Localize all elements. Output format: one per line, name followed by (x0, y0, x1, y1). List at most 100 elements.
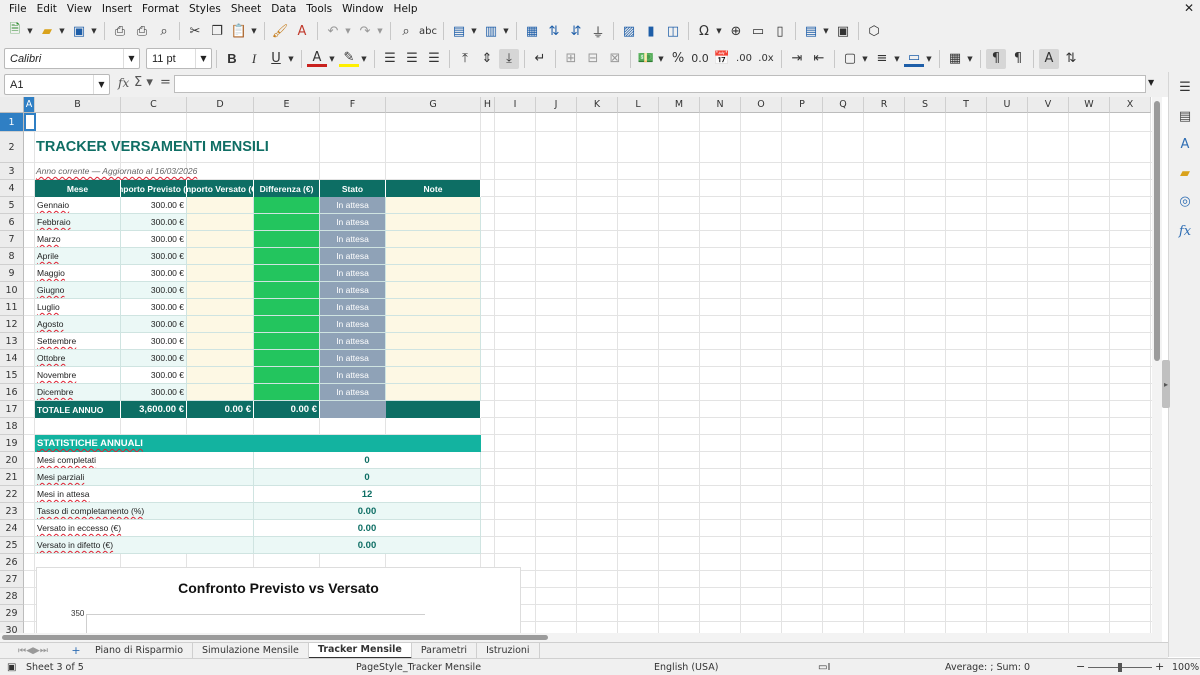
print-preview-icon[interactable]: ⌕ (154, 21, 174, 41)
border-style-icon[interactable]: ≡ (872, 49, 892, 69)
note-input[interactable] (386, 197, 481, 214)
sum-icon[interactable]: Σ ▾ (134, 75, 153, 90)
active-cell-cursor[interactable] (24, 113, 36, 131)
note-input[interactable] (386, 333, 481, 350)
stato-badge[interactable]: In attesa (320, 248, 386, 265)
page-style[interactable]: PageStyle_Tracker Mensile (356, 662, 481, 673)
number-format-icon[interactable]: 0.0 (690, 49, 710, 69)
column-header-d[interactable]: D (187, 97, 254, 113)
differenza-cell[interactable] (254, 384, 320, 401)
add-decimal-icon[interactable]: .00 (734, 49, 754, 69)
define-print-area-icon[interactable]: ▤ (801, 21, 821, 41)
row-header-17[interactable]: 17 (0, 401, 24, 418)
row-header-15[interactable]: 15 (0, 367, 24, 384)
font-size-dropdown-icon[interactable]: ▼ (195, 49, 211, 68)
hyperlink-icon[interactable]: ⊕ (726, 21, 746, 41)
row-header-19[interactable]: 19 (0, 435, 24, 452)
border-color-dropdown-icon[interactable]: ▼ (924, 49, 934, 69)
month-name[interactable]: Maggio (35, 265, 121, 282)
note-input[interactable] (386, 367, 481, 384)
column-header-b[interactable]: B (35, 97, 121, 113)
stato-badge[interactable]: In attesa (320, 197, 386, 214)
month-name[interactable]: Settembre (35, 333, 121, 350)
importo-versato-input[interactable] (187, 214, 254, 231)
month-name[interactable]: Dicembre (35, 384, 121, 401)
menu-help[interactable]: Help (389, 3, 423, 15)
borders-dropdown-icon[interactable]: ▼ (860, 49, 870, 69)
month-name[interactable]: Aprile (35, 248, 121, 265)
column-header-l[interactable]: L (618, 97, 659, 113)
importo-previsto[interactable]: 300.00 € (121, 282, 187, 299)
font-size-value[interactable]: 11 pt (147, 53, 195, 65)
column-header-t[interactable]: T (946, 97, 987, 113)
importo-versato-input[interactable] (187, 231, 254, 248)
cut-icon[interactable]: ✂ (185, 21, 205, 41)
stato-badge[interactable]: In attesa (320, 265, 386, 282)
document-modified-icon[interactable]: ▣ (7, 662, 16, 673)
column-header-w[interactable]: W (1069, 97, 1110, 113)
highlight-color-icon[interactable]: ✎ (339, 50, 359, 67)
stato-badge[interactable]: In attesa (320, 214, 386, 231)
row-header-26[interactable]: 26 (0, 554, 24, 571)
differenza-cell[interactable] (254, 333, 320, 350)
note-input[interactable] (386, 316, 481, 333)
total-label[interactable]: TOTALE ANNUO (35, 401, 121, 418)
month-name[interactable]: Marzo (35, 231, 121, 248)
stat-label[interactable]: Tasso di completamento (%) (35, 503, 254, 520)
row-header-2[interactable]: 2 (0, 132, 24, 163)
autofilter-icon[interactable]: ⏚ (588, 21, 608, 41)
border-style-dropdown-icon[interactable]: ▼ (892, 49, 902, 69)
total-versato[interactable]: 0.00 € (187, 401, 254, 418)
left-to-right-icon[interactable]: ¶ (986, 48, 1006, 69)
stat-label[interactable]: Mesi completati (35, 452, 254, 469)
header-previsto[interactable]: Importo Previsto (€) (121, 180, 187, 197)
properties-icon[interactable]: ▤ (1176, 107, 1194, 125)
show-draw-functions-icon[interactable]: ⬡ (864, 21, 884, 41)
importo-versato-input[interactable] (187, 248, 254, 265)
column-header-v[interactable]: V (1028, 97, 1069, 113)
importo-previsto[interactable]: 300.00 € (121, 231, 187, 248)
menu-format[interactable]: Format (137, 3, 184, 15)
comment-icon[interactable]: ▭ (748, 21, 768, 41)
stato-badge[interactable]: In attesa (320, 350, 386, 367)
column-header-e[interactable]: E (254, 97, 320, 113)
bold-icon[interactable]: B (222, 49, 242, 69)
gallery-icon[interactable]: ▰ (1176, 164, 1194, 182)
insert-image-icon[interactable]: ▨ (619, 21, 639, 41)
vertical-scroll-thumb[interactable] (1154, 101, 1160, 361)
text-vertical-icon[interactable]: A (1039, 48, 1059, 69)
align-center-icon[interactable]: ☰ (402, 49, 422, 69)
importo-versato-input[interactable] (187, 197, 254, 214)
font-color-icon[interactable]: A (307, 50, 327, 67)
print-area-dropdown-icon[interactable]: ▼ (821, 21, 831, 41)
vertical-scrollbar[interactable] (1152, 97, 1162, 633)
tab-tracker-mensile[interactable]: Tracker Mensile (308, 642, 412, 659)
headers-icon[interactable]: ▦ (522, 21, 542, 41)
total-previsto[interactable]: 3,600.00 € (121, 401, 187, 418)
align-bottom-icon[interactable]: ⤓ (499, 48, 519, 69)
expand-formula-bar-icon[interactable]: ▼ (1148, 78, 1154, 87)
headers-footers-icon[interactable]: ▯ (770, 21, 790, 41)
row-header-4[interactable]: 4 (0, 180, 24, 197)
function-wizard-icon[interactable]: fx (118, 76, 129, 90)
month-name[interactable]: Luglio (35, 299, 121, 316)
new-document-icon[interactable]: 🗎 (5, 21, 25, 41)
styles-icon[interactable]: A (1176, 135, 1194, 153)
redo-dropdown-icon[interactable]: ▼ (375, 21, 385, 41)
copy-icon[interactable]: ❐ (207, 21, 227, 41)
row-header-28[interactable]: 28 (0, 588, 24, 605)
undo-dropdown-icon[interactable]: ▼ (343, 21, 353, 41)
column-header-x[interactable]: X (1110, 97, 1151, 113)
unmerge-cells-icon[interactable]: ⊠ (605, 49, 625, 69)
merge-cells-icon[interactable]: ⊟ (583, 49, 603, 69)
page-title[interactable]: TRACKER VERSAMENTI MENSILI (36, 139, 269, 155)
zoom-out-icon[interactable]: − (1076, 660, 1085, 673)
note-input[interactable] (386, 299, 481, 316)
differenza-cell[interactable] (254, 282, 320, 299)
row-header-1[interactable]: 1 (0, 113, 24, 132)
importo-previsto[interactable]: 300.00 € (121, 350, 187, 367)
column-header-s[interactable]: S (905, 97, 946, 113)
column-header-p[interactable]: P (782, 97, 823, 113)
column-header-a[interactable]: A (24, 97, 35, 113)
text-direction-icon[interactable]: ⇅ (1061, 49, 1081, 69)
